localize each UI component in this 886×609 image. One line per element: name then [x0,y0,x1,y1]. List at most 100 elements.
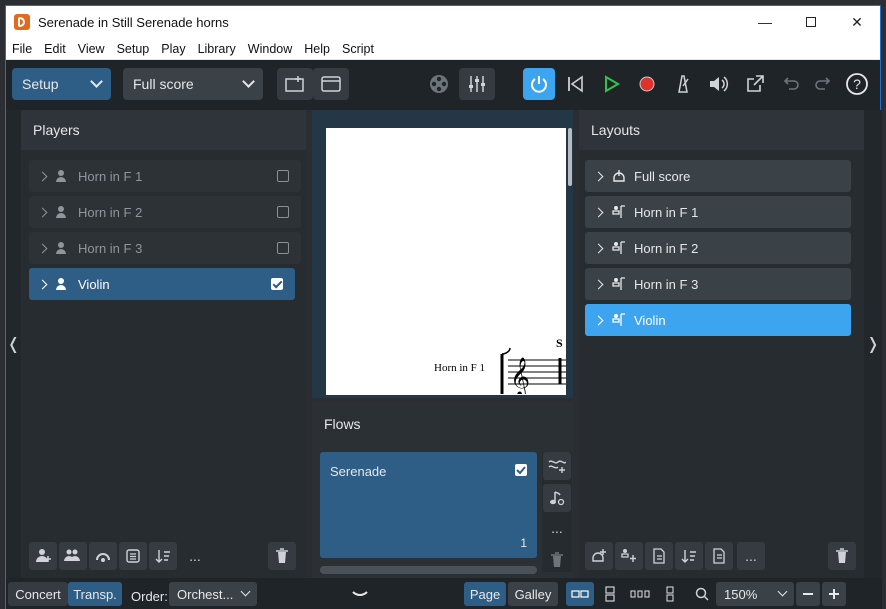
layouts-more-button[interactable]: ... [737,542,765,570]
trash-icon [276,548,288,563]
delete-flow-button[interactable] [543,546,571,574]
expand-arrow-icon[interactable] [37,243,48,253]
add-instrument-button[interactable] [89,542,117,570]
undo-button[interactable] [775,68,807,100]
menu-setup[interactable]: Setup [111,42,156,56]
delete-player-button[interactable] [268,542,296,570]
add-part-layout-button[interactable] [615,542,643,570]
layout-row[interactable]: Horn in F 1 [585,196,851,228]
player-label: Horn in F 3 [78,240,143,256]
player-icon [56,278,66,290]
expand-arrow-icon[interactable] [37,207,48,217]
pages-horizontal-button[interactable] [566,582,594,606]
sort-icon [155,550,170,563]
galley-view-button[interactable]: Galley [508,582,558,606]
score-scrollbar[interactable] [568,128,572,186]
layout-options-button[interactable] [705,542,733,570]
add-full-score-layout-button[interactable] [585,542,613,570]
flows-scrollbar[interactable] [320,566,537,574]
zoom-icon-button[interactable] [690,582,714,606]
sort-layouts-button[interactable] [675,542,703,570]
export-button[interactable] [739,68,771,100]
metronome-button[interactable] [667,68,699,100]
expand-arrow-icon[interactable] [37,171,48,181]
more-label: ... [189,548,201,564]
sort-players-button[interactable] [149,542,177,570]
flow-settings-button[interactable] [543,484,571,512]
flows-more-button[interactable]: ... [543,514,571,542]
layout-select[interactable]: Full score [123,68,263,100]
minimize-button[interactable]: — [742,6,788,38]
layout-row-selected[interactable]: Violin [585,304,851,336]
player-checkbox[interactable] [277,170,289,182]
player-list-button[interactable] [119,542,147,570]
menu-file[interactable]: File [6,42,38,56]
pages-single-button[interactable] [660,582,680,606]
add-player-button[interactable] [29,542,57,570]
layout-label: Violin [634,312,666,328]
mode-select[interactable]: Setup [12,68,111,100]
menu-edit[interactable]: Edit [38,42,72,56]
order-select[interactable]: Orchest... [169,582,257,606]
staff-label: Horn in F 1 [434,362,486,374]
zoom-in-button[interactable] [822,582,846,606]
pages-vertical-button[interactable] [598,582,622,606]
expand-arrow-icon[interactable] [593,171,604,181]
film-reel-icon [430,75,448,93]
close-button[interactable]: ✕ [834,6,880,38]
expand-arrow-icon[interactable] [593,243,604,253]
flow-checkbox[interactable] [515,464,527,476]
menu-help[interactable]: Help [298,42,336,56]
rewind-button[interactable] [559,68,591,100]
player-label: Horn in F 1 [78,168,143,184]
player-checkbox[interactable] [277,242,289,254]
player-checkbox[interactable] [277,206,289,218]
player-row-selected[interactable]: Violin [29,268,295,300]
player-row[interactable]: Horn in F 2 [29,196,301,228]
layout-row[interactable]: Horn in F 3 [585,268,851,300]
add-flow-button[interactable] [543,452,571,480]
video-button[interactable] [423,68,455,100]
concert-pitch-button[interactable]: Concert [8,582,68,606]
maximize-button[interactable] [788,6,834,38]
mixer-button[interactable] [459,68,495,100]
player-row[interactable]: Horn in F 1 [29,160,301,192]
add-custom-layout-button[interactable] [645,542,673,570]
players-more-button[interactable]: ... [181,542,209,570]
expand-arrow-icon[interactable] [593,207,604,217]
part-icon [612,277,626,291]
menu-library[interactable]: Library [192,42,242,56]
expand-arrow-icon[interactable] [37,279,48,289]
layout-row[interactable]: Full score [585,160,851,192]
activate-button[interactable] [523,68,555,100]
collapse-left-panel-button[interactable]: ❬ [6,110,21,578]
play-button[interactable] [595,68,627,100]
redo-button[interactable] [807,68,839,100]
transposed-pitch-button[interactable]: Transp. [68,582,122,606]
player-row[interactable]: Horn in F 3 [29,232,301,264]
help-button[interactable]: ? [841,68,873,100]
menu-window[interactable]: Window [242,42,298,56]
add-frame-button[interactable] [277,68,313,100]
zoom-select[interactable]: 150% [716,582,794,606]
zoom-out-button[interactable] [796,582,820,606]
layout-row[interactable]: Horn in F 2 [585,232,851,264]
expand-arrow-icon[interactable] [593,315,604,325]
window-mode-button[interactable] [313,68,349,100]
menu-script[interactable]: Script [336,42,380,56]
galley-view-label: Galley [514,586,552,602]
menu-view[interactable]: View [72,42,111,56]
expand-arrow-icon[interactable] [593,279,604,289]
volume-button[interactable] [703,68,735,100]
pages-spread-button[interactable] [626,582,654,606]
page-view-button[interactable]: Page [464,582,506,606]
delete-layout-button[interactable] [828,542,856,570]
trash-icon [551,552,563,567]
collapse-right-panel-button[interactable]: ❭ [864,110,882,578]
record-button[interactable] [631,68,663,100]
menu-play[interactable]: Play [155,42,191,56]
player-checkbox[interactable] [271,278,283,290]
collapse-bottom-button[interactable] [346,582,374,606]
flow-card[interactable]: Serenade 1 [320,452,537,558]
add-ensemble-button[interactable] [59,542,87,570]
